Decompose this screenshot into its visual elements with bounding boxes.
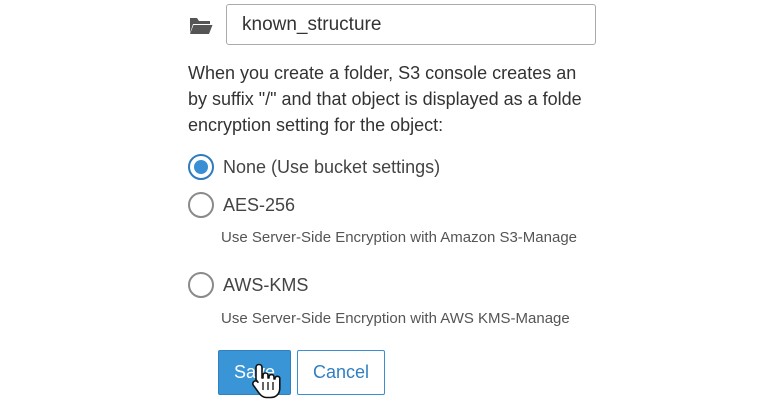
- radio-label-aes256: AES-256: [223, 194, 296, 215]
- description-line-2: by suffix "/" and that object is display…: [188, 89, 582, 109]
- aes256-description: Use Server-Side Encryption with Amazon S…: [221, 229, 578, 246]
- radio-label-none: None (Use bucket settings): [223, 156, 441, 177]
- description-line-1: When you create a folder, S3 console cre…: [188, 63, 577, 83]
- radio-aes256[interactable]: [188, 192, 214, 218]
- encryption-option-aws-kms[interactable]: AWS-KMS: [188, 272, 308, 298]
- panel-content: When you create a folder, S3 console cre…: [0, 0, 603, 402]
- aws-kms-description: Use Server-Side Encryption with AWS KMS-…: [221, 310, 570, 327]
- encryption-option-aes256[interactable]: AES-256: [188, 192, 295, 218]
- radio-label-aws-kms: AWS-KMS: [223, 274, 309, 295]
- encryption-option-none[interactable]: None (Use bucket settings): [188, 154, 440, 180]
- folder-description: When you create a folder, S3 console cre…: [188, 60, 603, 138]
- folder-name-input[interactable]: [226, 4, 596, 45]
- radio-aws-kms[interactable]: [188, 272, 214, 298]
- radio-none[interactable]: [188, 154, 214, 180]
- create-folder-panel: When you create a folder, S3 console cre…: [0, 0, 773, 402]
- hand-pointer-icon: [252, 363, 281, 399]
- cancel-button[interactable]: Cancel: [297, 350, 385, 395]
- folder-open-icon: [190, 18, 213, 34]
- description-line-3: encryption setting for the object:: [188, 115, 444, 135]
